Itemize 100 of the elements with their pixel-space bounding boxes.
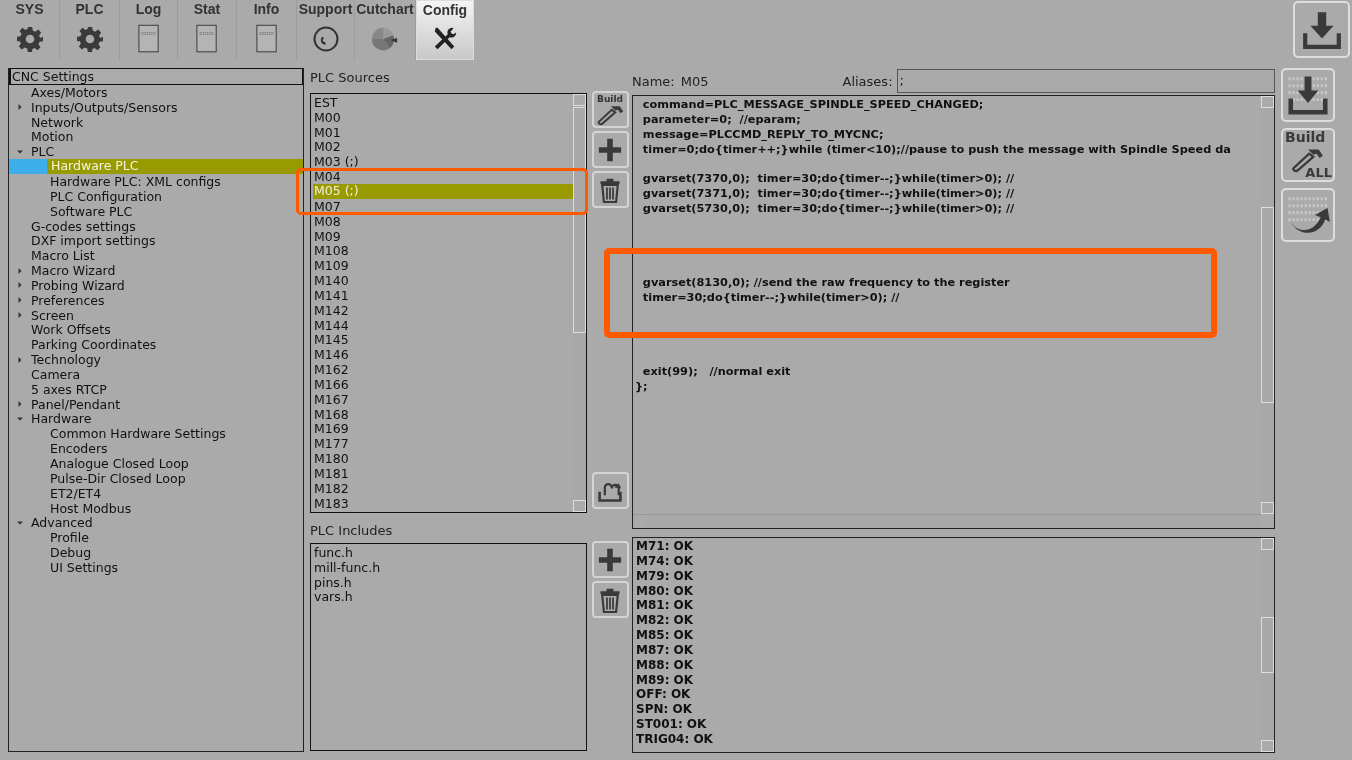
expand-arrow-icon[interactable] xyxy=(17,148,23,155)
tree-item[interactable]: Axes/Motors xyxy=(9,85,303,100)
tree-item[interactable]: Macro List xyxy=(9,248,303,264)
tab[interactable]: Support xyxy=(297,0,355,60)
source-item[interactable]: M145 xyxy=(313,334,349,346)
output-line: M79: OK xyxy=(636,568,695,584)
tree-item[interactable]: Common Hardware Settings xyxy=(9,426,303,442)
delete-button[interactable] xyxy=(591,581,629,618)
scrollbar[interactable] xyxy=(1261,538,1274,752)
tree-item[interactable]: Software PLC xyxy=(9,203,303,219)
tree-item[interactable]: Pulse-Dir Closed Loop xyxy=(9,470,303,486)
scrollbar[interactable] xyxy=(1261,96,1274,514)
tree-item[interactable]: Hardware PLC: XML configs xyxy=(9,174,303,189)
tree-item[interactable]: Work Offsets xyxy=(9,322,303,338)
tree-item[interactable]: Probing Wizard xyxy=(9,277,303,293)
expand-arrow-icon[interactable] xyxy=(17,519,23,526)
tree-item[interactable]: DXF import settings xyxy=(9,233,303,249)
tree-item[interactable]: Camera xyxy=(9,367,303,382)
include-item[interactable]: pins.h xyxy=(313,576,352,588)
tab[interactable]: PLC xyxy=(60,0,120,60)
source-item[interactable]: M108 xyxy=(313,245,349,257)
collapse-arrow-icon[interactable] xyxy=(17,401,23,408)
collapse-arrow-icon[interactable] xyxy=(17,282,23,289)
collapse-arrow-icon[interactable] xyxy=(17,356,23,363)
tree-item[interactable]: PLC Configuration xyxy=(9,188,303,204)
collapse-arrow-icon[interactable] xyxy=(17,297,23,304)
source-item[interactable]: M01 xyxy=(313,126,341,138)
tree-item[interactable]: Motion xyxy=(9,129,303,145)
source-item[interactable]: M168 xyxy=(313,408,349,420)
add-button[interactable] xyxy=(591,541,629,578)
source-item[interactable]: M183 xyxy=(313,497,349,509)
tree-item[interactable]: Parking Coordinates xyxy=(9,337,303,353)
tree-item[interactable]: Screen xyxy=(9,307,303,323)
source-item[interactable]: M182 xyxy=(313,482,349,494)
include-item[interactable]: vars.h xyxy=(313,591,353,603)
tree-item[interactable]: Preferences xyxy=(9,292,303,308)
source-item[interactable]: M181 xyxy=(313,468,349,479)
source-item[interactable]: M177 xyxy=(313,438,349,450)
source-item[interactable]: M162 xyxy=(313,364,349,376)
collapse-arrow-icon[interactable] xyxy=(17,312,23,319)
tab[interactable]: Info xyxy=(237,0,297,60)
build-all-button[interactable]: Build ALL xyxy=(1281,128,1335,182)
source-item[interactable]: EST xyxy=(313,96,338,108)
tree-item[interactable]: PLC xyxy=(9,144,303,160)
collapse-arrow-icon[interactable] xyxy=(17,267,23,274)
tree-item[interactable]: Analogue Closed Loop xyxy=(9,456,303,471)
source-item[interactable]: M142 xyxy=(313,304,349,316)
tree-item[interactable]: Network xyxy=(9,114,303,130)
tree-item[interactable]: UI Settings xyxy=(9,560,303,575)
code-editor[interactable] xyxy=(632,95,1275,529)
tree-item[interactable]: 5 axes RTCP xyxy=(9,381,303,397)
tree-item[interactable]: G-codes settings xyxy=(9,218,303,234)
source-item[interactable]: M144 xyxy=(313,319,349,331)
collapse-arrow-icon[interactable] xyxy=(17,104,23,111)
upload-button[interactable] xyxy=(591,472,629,509)
tree-item[interactable]: ET2/ET4 xyxy=(9,485,303,501)
source-item[interactable]: M146 xyxy=(313,349,349,361)
source-item[interactable]: M166 xyxy=(313,378,349,390)
source-item[interactable]: M03 (;) xyxy=(313,156,359,168)
source-item[interactable]: M141 xyxy=(313,289,349,301)
tree-item[interactable]: Hardware xyxy=(9,411,303,427)
delete-button[interactable] xyxy=(591,171,629,208)
source-item[interactable]: M08 xyxy=(313,215,341,227)
tree-item[interactable]: Panel/Pendant xyxy=(9,396,303,412)
tab[interactable]: Log xyxy=(120,0,178,60)
tab[interactable]: Config xyxy=(416,0,474,60)
code-text: command=PLC_MESSAGE_SPINDLE_SPEED_CHANGED; parameter=0; //eparam; message=PLCCMD_REPLY_TO_MYCNC; timer=0;do{timer++;}while (timer<10);//pause to push the message with Spindle Speed da gvarset(7370,0); timer=30;do{timer--;}while(timer>0); // gvarset(7371,0); timer=30;do{timer--;}while(timer>0); // gvarset(5730,0); timer=30;do{timer--;}while(timer>0); // gvarset(8130,0); //send the raw frequency to the register timer=30;do{timer--;}while(timer>0); // exit(99); //normal exit }; xyxy=(634,97,1231,395)
source-item[interactable]: M04 xyxy=(313,171,341,183)
source-item[interactable]: M09 xyxy=(313,230,341,242)
output-line: M81: OK xyxy=(636,598,695,614)
source-item[interactable]: M00 xyxy=(313,111,341,123)
tree-item[interactable]: Inputs/Outputs/Sensors xyxy=(9,99,303,115)
expand-arrow-icon[interactable] xyxy=(17,416,23,422)
tab[interactable]: Stat xyxy=(178,0,237,60)
build-button[interactable]: Build xyxy=(591,91,629,128)
binary-upload-button[interactable] xyxy=(1281,188,1335,242)
source-item[interactable]: M167 xyxy=(313,393,349,405)
add-button[interactable] xyxy=(591,131,629,168)
source-item[interactable]: M07 xyxy=(313,200,341,212)
download-button[interactable] xyxy=(1293,1,1350,58)
source-item[interactable]: M02 xyxy=(313,141,341,153)
tree-item[interactable]: Encoders xyxy=(9,441,303,457)
tree-item[interactable]: Technology xyxy=(9,352,303,368)
output-line: M82: OK xyxy=(636,613,695,629)
tree-item[interactable]: Advanced xyxy=(9,515,303,531)
source-item[interactable]: M109 xyxy=(313,260,349,272)
tab[interactable]: SYS xyxy=(0,0,60,60)
binary-download-button[interactable] xyxy=(1281,68,1335,122)
tree-item[interactable]: Profile xyxy=(9,530,303,546)
aliases-field[interactable]: ; xyxy=(896,69,1275,93)
scrollbar[interactable] xyxy=(573,94,586,512)
include-item[interactable]: mill-func.h xyxy=(313,561,381,573)
tree-item[interactable]: Macro Wizard xyxy=(9,263,303,278)
tree-item[interactable]: Host Modbus xyxy=(9,500,303,516)
include-item[interactable]: func.h xyxy=(313,546,353,558)
source-item[interactable]: M180 xyxy=(313,453,349,465)
source-item[interactable]: M169 xyxy=(313,423,349,435)
tree-item[interactable]: Debug xyxy=(9,545,303,560)
source-item[interactable]: M140 xyxy=(313,275,349,287)
gear-icon xyxy=(16,25,43,52)
